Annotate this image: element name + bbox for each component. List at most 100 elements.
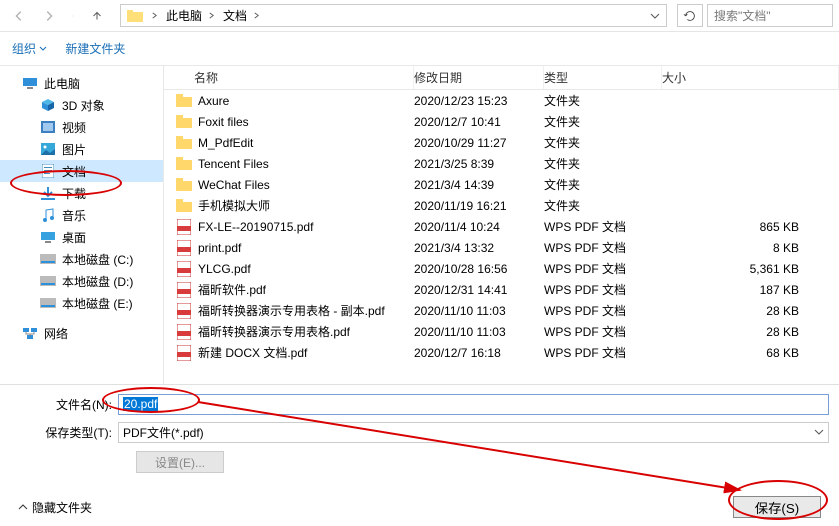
file-name: 手机模拟大师 — [198, 197, 270, 214]
file-name: Axure — [198, 94, 229, 108]
music-icon — [40, 208, 56, 222]
file-date: 2021/3/4 14:39 — [414, 178, 544, 192]
file-size: 8 KB — [662, 241, 839, 255]
tree-disk-d[interactable]: 本地磁盘 (D:) — [0, 270, 163, 292]
history-dropdown[interactable] — [66, 4, 80, 28]
file-type: WPS PDF 文档 — [544, 260, 662, 277]
path-dropdown-icon[interactable] — [646, 11, 664, 21]
table-row[interactable]: 福昕转换器演示专用表格.pdf 2020/11/10 11:03WPS PDF 文… — [164, 321, 839, 342]
tree-desktop[interactable]: 桌面 — [0, 226, 163, 248]
tree-disk-c[interactable]: 本地磁盘 (C:) — [0, 248, 163, 270]
file-name: 福昕软件.pdf — [198, 281, 266, 298]
file-name: FX-LE--20190715.pdf — [198, 220, 313, 234]
file-name: 福昕转换器演示专用表格 - 副本.pdf — [198, 302, 385, 319]
hide-folders-toggle[interactable]: 隐藏文件夹 — [18, 499, 92, 516]
filename-input[interactable]: 20.pdf — [118, 394, 829, 415]
file-date: 2020/11/10 11:03 — [414, 304, 544, 318]
table-row[interactable]: 福昕转换器演示专用表格 - 副本.pdf2020/11/10 11:03WPS … — [164, 300, 839, 321]
file-name: 福昕转换器演示专用表格.pdf — [198, 323, 350, 340]
table-row[interactable]: 福昕软件.pdf2020/12/31 14:41WPS PDF 文档187 KB — [164, 279, 839, 300]
forward-button[interactable] — [36, 4, 62, 28]
folder-icon — [176, 156, 192, 172]
table-row[interactable]: 新建 DOCX 文档.pdf2020/12/7 16:18WPS PDF 文档6… — [164, 342, 839, 363]
doc-icon — [40, 164, 56, 178]
desktop-icon — [40, 230, 56, 244]
pdf-icon — [176, 261, 192, 277]
file-type: 文件夹 — [544, 113, 662, 130]
organize-menu[interactable]: 组织 — [12, 40, 47, 57]
filename-label: 文件名(N): — [10, 396, 118, 413]
tree-3d-objects[interactable]: 3D 对象 — [0, 94, 163, 116]
file-size: 187 KB — [662, 283, 839, 297]
table-row[interactable]: Tencent Files2021/3/25 8:39文件夹 — [164, 153, 839, 174]
file-name: WeChat Files — [198, 178, 270, 192]
file-size: 68 KB — [662, 346, 839, 360]
file-list-header: 名称 修改日期 类型 大小 — [164, 66, 839, 90]
drive-icon — [40, 252, 56, 266]
file-size: 865 KB — [662, 220, 839, 234]
table-row[interactable]: M_PdfEdit2020/10/29 11:27文件夹 — [164, 132, 839, 153]
file-type: WPS PDF 文档 — [544, 239, 662, 256]
file-name: YLCG.pdf — [198, 262, 251, 276]
up-button[interactable] — [84, 4, 110, 28]
refresh-button[interactable] — [677, 4, 703, 27]
network-icon — [22, 326, 38, 340]
file-type: 文件夹 — [544, 134, 662, 151]
film-icon — [40, 120, 56, 134]
folder-icon — [176, 177, 192, 193]
table-row[interactable]: 手机模拟大师2020/11/19 16:21文件夹 — [164, 195, 839, 216]
save-button[interactable]: 保存(S) — [733, 496, 821, 518]
organize-toolbar: 组织 新建文件夹 — [0, 32, 839, 66]
col-type-header[interactable]: 类型 — [544, 66, 662, 89]
file-size: 5,361 KB — [662, 262, 839, 276]
pdf-icon — [176, 282, 192, 298]
tree-downloads[interactable]: 下载 — [0, 182, 163, 204]
search-input[interactable]: 搜索"文档" — [707, 4, 833, 27]
tree-this-pc[interactable]: 此电脑 — [0, 72, 163, 94]
table-row[interactable]: WeChat Files 2021/3/4 14:39文件夹 — [164, 174, 839, 195]
nav-tree: 此电脑 3D 对象 视频 图片 文档 下载 音乐 桌面 本地磁盘 (C:) 本地… — [0, 66, 164, 384]
file-date: 2020/12/31 14:41 — [414, 283, 544, 297]
new-folder-button[interactable]: 新建文件夹 — [65, 40, 125, 57]
pdf-icon — [176, 240, 192, 256]
file-type: 文件夹 — [544, 155, 662, 172]
file-date: 2020/12/23 15:23 — [414, 94, 544, 108]
drive-icon — [40, 274, 56, 288]
pdf-icon — [176, 324, 192, 340]
col-name-header[interactable]: 名称 — [164, 66, 414, 89]
file-type: WPS PDF 文档 — [544, 344, 662, 361]
file-date: 2020/11/4 10:24 — [414, 220, 544, 234]
table-row[interactable]: print.pdf2021/3/4 13:32WPS PDF 文档8 KB — [164, 237, 839, 258]
crumb-thispc[interactable]: 此电脑 — [162, 5, 219, 26]
table-row[interactable]: YLCG.pdf2020/10/28 16:56WPS PDF 文档5,361 … — [164, 258, 839, 279]
folder-icon — [176, 198, 192, 214]
download-icon — [40, 186, 56, 200]
file-type: WPS PDF 文档 — [544, 323, 662, 340]
tree-network[interactable]: 网络 — [0, 322, 163, 344]
file-date: 2020/10/29 11:27 — [414, 136, 544, 150]
tree-music[interactable]: 音乐 — [0, 204, 163, 226]
crumb-documents[interactable]: 文档 — [219, 5, 264, 26]
tree-pictures[interactable]: 图片 — [0, 138, 163, 160]
drive-icon — [40, 296, 56, 310]
file-type: 文件夹 — [544, 176, 662, 193]
table-row[interactable]: Foxit files2020/12/7 10:41文件夹 — [164, 111, 839, 132]
filetype-dropdown[interactable]: PDF文件(*.pdf) — [118, 422, 829, 443]
breadcrumb[interactable]: 此电脑 文档 — [120, 4, 667, 27]
back-button[interactable] — [6, 4, 32, 28]
tree-documents[interactable]: 文档 — [0, 160, 163, 182]
settings-button: 设置(E)... — [136, 451, 224, 473]
save-panel: 文件名(N): 20.pdf 保存类型(T): PDF文件(*.pdf) 设置(… — [0, 384, 839, 473]
table-row[interactable]: Axure2020/12/23 15:23文件夹 — [164, 90, 839, 111]
col-size-header[interactable]: 大小 — [662, 66, 839, 89]
file-size: 28 KB — [662, 325, 839, 339]
col-date-header[interactable]: 修改日期 — [414, 66, 544, 89]
pdf-icon — [176, 345, 192, 361]
folder-icon — [176, 114, 192, 130]
file-name: 新建 DOCX 文档.pdf — [198, 344, 307, 361]
table-row[interactable]: FX-LE--20190715.pdf2020/11/4 10:24WPS PD… — [164, 216, 839, 237]
tree-videos[interactable]: 视频 — [0, 116, 163, 138]
file-name: Tencent Files — [198, 157, 269, 171]
file-date: 2020/11/10 11:03 — [414, 325, 544, 339]
tree-disk-e[interactable]: 本地磁盘 (E:) — [0, 292, 163, 314]
